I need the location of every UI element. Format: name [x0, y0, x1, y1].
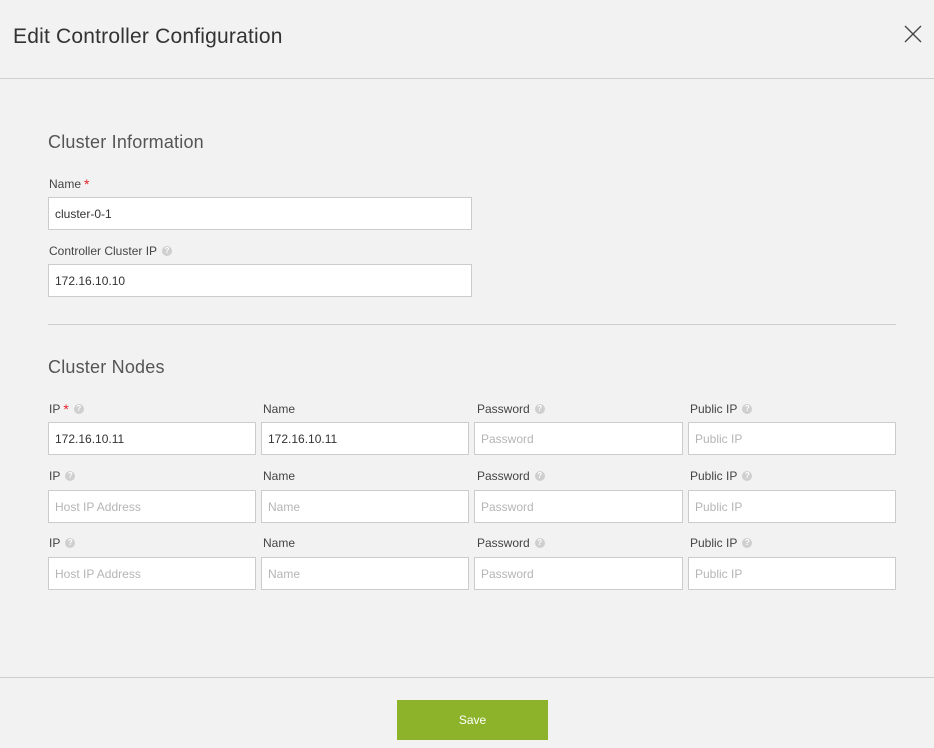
help-icon[interactable]: ? — [73, 404, 84, 414]
node-password-label-text: Password — [477, 469, 530, 483]
node-name-label: Name — [263, 402, 295, 416]
node-public-ip-label-text: Public IP — [690, 469, 738, 483]
node-2-name-input[interactable] — [261, 490, 469, 523]
node-2-public-ip-input[interactable] — [688, 490, 896, 523]
help-icon[interactable]: ? — [65, 538, 76, 548]
help-icon[interactable]: ? — [162, 246, 173, 256]
controller-cluster-ip-label: Controller Cluster IP? — [49, 244, 173, 258]
node-ip-label-text: IP — [49, 402, 61, 416]
node-ip-label-text: IP — [49, 469, 61, 483]
node-2-password-input[interactable] — [474, 490, 683, 523]
node-3-name-input[interactable] — [261, 557, 469, 590]
node-password-label: Password? — [477, 402, 545, 416]
node-ip-label: IP? — [49, 469, 76, 483]
node-1-password-input[interactable] — [474, 422, 683, 455]
help-icon[interactable]: ? — [742, 538, 753, 548]
node-1-ip-input[interactable] — [48, 422, 256, 455]
name-label-text: Name — [49, 177, 82, 191]
node-3-ip-input[interactable] — [48, 557, 256, 590]
node-name-label-text: Name — [263, 469, 296, 483]
footer-divider — [0, 677, 934, 678]
close-icon[interactable] — [903, 24, 923, 44]
node-password-label: Password? — [477, 536, 545, 550]
node-password-label-text: Password — [477, 536, 530, 550]
name-label: Name * — [49, 177, 89, 191]
node-name-label-text: Name — [263, 536, 296, 550]
help-icon[interactable]: ? — [534, 538, 545, 548]
node-name-label: Name — [263, 469, 295, 483]
dialog-header: Edit Controller Configuration — [0, 0, 934, 79]
node-password-label: Password? — [477, 469, 545, 483]
required-asterisk: * — [84, 176, 90, 192]
node-ip-label: IP? — [49, 536, 76, 550]
node-public-ip-label: Public IP? — [690, 402, 753, 416]
save-button[interactable]: Save — [397, 700, 548, 740]
section-divider — [48, 324, 896, 325]
help-icon[interactable]: ? — [65, 471, 76, 481]
controller-cluster-ip-input[interactable] — [48, 264, 472, 297]
help-icon[interactable]: ? — [742, 471, 753, 481]
node-public-ip-label: Public IP? — [690, 536, 753, 550]
controller-cluster-ip-label-text: Controller Cluster IP — [49, 244, 158, 258]
node-1-name-input[interactable] — [261, 422, 469, 455]
help-icon[interactable]: ? — [742, 404, 753, 414]
node-ip-label: IP *? — [49, 402, 84, 416]
dialog-title: Edit Controller Configuration — [13, 25, 283, 48]
node-password-label-text: Password — [477, 402, 530, 416]
node-public-ip-label: Public IP? — [690, 469, 753, 483]
node-public-ip-label-text: Public IP — [690, 402, 738, 416]
node-3-public-ip-input[interactable] — [688, 557, 896, 590]
node-ip-label-text: IP — [49, 536, 61, 550]
cluster-information-title: Cluster Information — [48, 132, 204, 152]
node-3-password-input[interactable] — [474, 557, 683, 590]
node-public-ip-label-text: Public IP — [690, 536, 738, 550]
cluster-nodes-title: Cluster Nodes — [48, 357, 165, 377]
required-asterisk: * — [63, 401, 69, 417]
node-name-label-text: Name — [263, 402, 296, 416]
help-icon[interactable]: ? — [534, 471, 545, 481]
node-1-public-ip-input[interactable] — [688, 422, 896, 455]
node-2-ip-input[interactable] — [48, 490, 256, 523]
node-name-label: Name — [263, 536, 295, 550]
cluster-name-input[interactable] — [48, 197, 472, 230]
help-icon[interactable]: ? — [534, 404, 545, 414]
